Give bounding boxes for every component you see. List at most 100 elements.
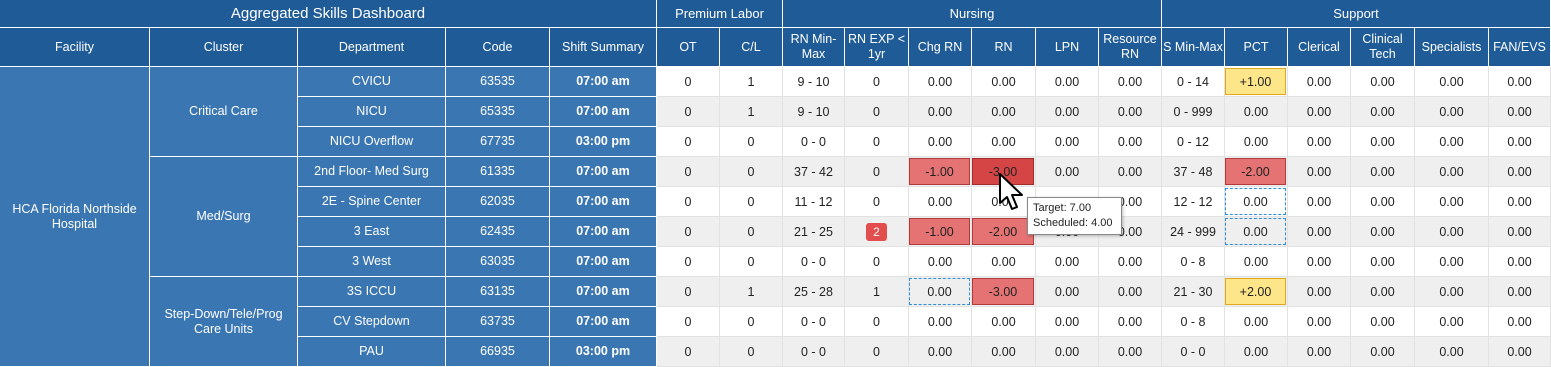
value-cell-ot[interactable]: 0 bbox=[657, 127, 720, 157]
department-cell[interactable]: 3S ICCU bbox=[298, 277, 446, 307]
value-cell-ot[interactable]: 0 bbox=[657, 157, 720, 187]
variance-highlight[interactable]: -2.00 bbox=[972, 218, 1034, 245]
value-cell-clinical-tech[interactable]: 0.00 bbox=[1351, 247, 1415, 277]
value-cell-rn[interactable]: 0.00 bbox=[972, 97, 1036, 127]
value-cell-clinical-tech[interactable]: 0.00 bbox=[1351, 187, 1415, 217]
value-cell-cl[interactable]: 0 bbox=[720, 307, 783, 337]
value-cell-rn-min-max[interactable]: 0 - 0 bbox=[783, 247, 845, 277]
value-cell-resource-rn[interactable]: 0.00 bbox=[1099, 67, 1162, 97]
value-cell-pct[interactable]: 0.00 bbox=[1225, 307, 1288, 337]
value-cell-specialists[interactable]: 0.00 bbox=[1415, 217, 1489, 247]
value-cell-specialists[interactable]: 0.00 bbox=[1415, 67, 1489, 97]
value-cell-chg-rn[interactable]: 0.00 bbox=[909, 307, 972, 337]
value-cell-specialists[interactable]: 0.00 bbox=[1415, 307, 1489, 337]
value-cell-chg-rn[interactable]: 0.00 bbox=[909, 67, 972, 97]
value-cell-specialists[interactable]: 0.00 bbox=[1415, 247, 1489, 277]
value-cell-resource-rn[interactable]: 0.00 bbox=[1099, 247, 1162, 277]
value-cell-ot[interactable]: 0 bbox=[657, 97, 720, 127]
value-cell-pct[interactable]: 0.00 bbox=[1225, 97, 1288, 127]
value-cell-specialists[interactable]: 0.00 bbox=[1415, 127, 1489, 157]
value-cell-rn-exp[interactable]: 0 bbox=[845, 127, 909, 157]
value-cell-clinical-tech[interactable]: 0.00 bbox=[1351, 97, 1415, 127]
value-cell-cl[interactable]: 0 bbox=[720, 337, 783, 367]
value-cell-rn[interactable]: -3.00 bbox=[972, 277, 1036, 307]
value-cell-lpn[interactable]: 0.00 bbox=[1036, 337, 1099, 367]
value-cell-rn-min-max[interactable]: 11 - 12 bbox=[783, 187, 845, 217]
value-cell-rn-min-max[interactable]: 25 - 28 bbox=[783, 277, 845, 307]
value-cell-rn[interactable]: 0.00 bbox=[972, 307, 1036, 337]
value-cell-specialists[interactable]: 0.00 bbox=[1415, 337, 1489, 367]
selected-cell-outline[interactable]: 0.00 bbox=[1225, 188, 1286, 215]
col-header-code[interactable]: Code bbox=[446, 28, 550, 67]
department-cell[interactable]: 3 East bbox=[298, 217, 446, 247]
value-cell-chg-rn[interactable]: 0.00 bbox=[909, 127, 972, 157]
col-header-cluster[interactable]: Cluster bbox=[150, 28, 298, 67]
col-header-facility[interactable]: Facility bbox=[0, 28, 150, 67]
value-cell-resource-rn[interactable]: 0.00 bbox=[1099, 337, 1162, 367]
col-header-fan-evs[interactable]: FAN/EVS bbox=[1489, 28, 1551, 67]
value-cell-clinical-tech[interactable]: 0.00 bbox=[1351, 67, 1415, 97]
value-cell-rn[interactable]: 0.00 bbox=[972, 67, 1036, 97]
department-cell[interactable]: NICU bbox=[298, 97, 446, 127]
value-cell-rn-exp[interactable]: 0 bbox=[845, 337, 909, 367]
shift-summary-cell[interactable]: 07:00 am bbox=[550, 307, 657, 337]
col-header-clerical[interactable]: Clerical bbox=[1288, 28, 1351, 67]
value-cell-resource-rn[interactable]: 0.00 bbox=[1099, 307, 1162, 337]
value-cell-rn-exp[interactable]: 2 bbox=[845, 217, 909, 247]
col-header-ot[interactable]: OT bbox=[657, 28, 720, 67]
value-cell-lpn[interactable]: 0.00 bbox=[1036, 67, 1099, 97]
col-header-shift-summary[interactable]: Shift Summary bbox=[550, 28, 657, 67]
value-cell-rn-min-max[interactable]: 37 - 42 bbox=[783, 157, 845, 187]
shift-summary-cell[interactable]: 07:00 am bbox=[550, 277, 657, 307]
value-cell-chg-rn[interactable]: 0.00 bbox=[909, 277, 972, 307]
value-cell-clinical-tech[interactable]: 0.00 bbox=[1351, 337, 1415, 367]
value-cell-cl[interactable]: 0 bbox=[720, 217, 783, 247]
value-cell-fan-evs[interactable]: 0.00 bbox=[1489, 217, 1551, 247]
value-cell-fan-evs[interactable]: 0.00 bbox=[1489, 127, 1551, 157]
value-cell-lpn[interactable]: 0.00 bbox=[1036, 127, 1099, 157]
value-cell-ot[interactable]: 0 bbox=[657, 277, 720, 307]
value-cell-pct[interactable]: +2.00 bbox=[1225, 277, 1288, 307]
department-cell[interactable]: CVICU bbox=[298, 67, 446, 97]
value-cell-lpn[interactable]: 0.00 bbox=[1036, 97, 1099, 127]
department-cell[interactable]: NICU Overflow bbox=[298, 127, 446, 157]
variance-highlight[interactable]: +2.00 bbox=[1225, 278, 1286, 305]
value-cell-ot[interactable]: 0 bbox=[657, 337, 720, 367]
value-cell-fan-evs[interactable]: 0.00 bbox=[1489, 247, 1551, 277]
department-cell[interactable]: PAU bbox=[298, 337, 446, 367]
value-cell-chg-rn[interactable]: 0.00 bbox=[909, 187, 972, 217]
value-cell-rn-exp[interactable]: 1 bbox=[845, 277, 909, 307]
value-cell-lpn[interactable]: 0.00 bbox=[1036, 247, 1099, 277]
value-cell-clinical-tech[interactable]: 0.00 bbox=[1351, 127, 1415, 157]
value-cell-clerical[interactable]: 0.00 bbox=[1288, 307, 1351, 337]
value-cell-fan-evs[interactable]: 0.00 bbox=[1489, 67, 1551, 97]
value-cell-lpn[interactable]: 0.00 bbox=[1036, 277, 1099, 307]
value-cell-s-min-max[interactable]: 21 - 30 bbox=[1162, 277, 1225, 307]
value-cell-resource-rn[interactable]: 0.00 bbox=[1099, 277, 1162, 307]
value-cell-pct[interactable]: 0.00 bbox=[1225, 217, 1288, 247]
variance-highlight[interactable]: -2.00 bbox=[1225, 158, 1286, 185]
value-cell-rn[interactable]: 0.00 bbox=[972, 337, 1036, 367]
value-cell-lpn[interactable]: 0.00 bbox=[1036, 307, 1099, 337]
department-cell[interactable]: 2E - Spine Center bbox=[298, 187, 446, 217]
value-cell-ot[interactable]: 0 bbox=[657, 247, 720, 277]
value-cell-ot[interactable]: 0 bbox=[657, 307, 720, 337]
value-cell-specialists[interactable]: 0.00 bbox=[1415, 157, 1489, 187]
value-cell-clinical-tech[interactable]: 0.00 bbox=[1351, 157, 1415, 187]
value-cell-chg-rn[interactable]: -1.00 bbox=[909, 217, 972, 247]
value-cell-pct[interactable]: +1.00 bbox=[1225, 67, 1288, 97]
value-cell-clerical[interactable]: 0.00 bbox=[1288, 217, 1351, 247]
value-cell-rn-exp[interactable]: 0 bbox=[845, 247, 909, 277]
value-cell-clerical[interactable]: 0.00 bbox=[1288, 337, 1351, 367]
value-cell-rn[interactable]: 0.00 bbox=[972, 127, 1036, 157]
value-cell-rn-exp[interactable]: 0 bbox=[845, 307, 909, 337]
value-cell-specialists[interactable]: 0.00 bbox=[1415, 277, 1489, 307]
selected-cell-outline[interactable]: 0.00 bbox=[1225, 218, 1286, 245]
col-header-cl[interactable]: C/L bbox=[720, 28, 783, 67]
value-cell-ot[interactable]: 0 bbox=[657, 217, 720, 247]
value-cell-rn-min-max[interactable]: 0 - 0 bbox=[783, 127, 845, 157]
shift-summary-cell[interactable]: 07:00 am bbox=[550, 187, 657, 217]
value-cell-pct[interactable]: -2.00 bbox=[1225, 157, 1288, 187]
shift-summary-cell[interactable]: 07:00 am bbox=[550, 247, 657, 277]
value-cell-rn-min-max[interactable]: 9 - 10 bbox=[783, 97, 845, 127]
